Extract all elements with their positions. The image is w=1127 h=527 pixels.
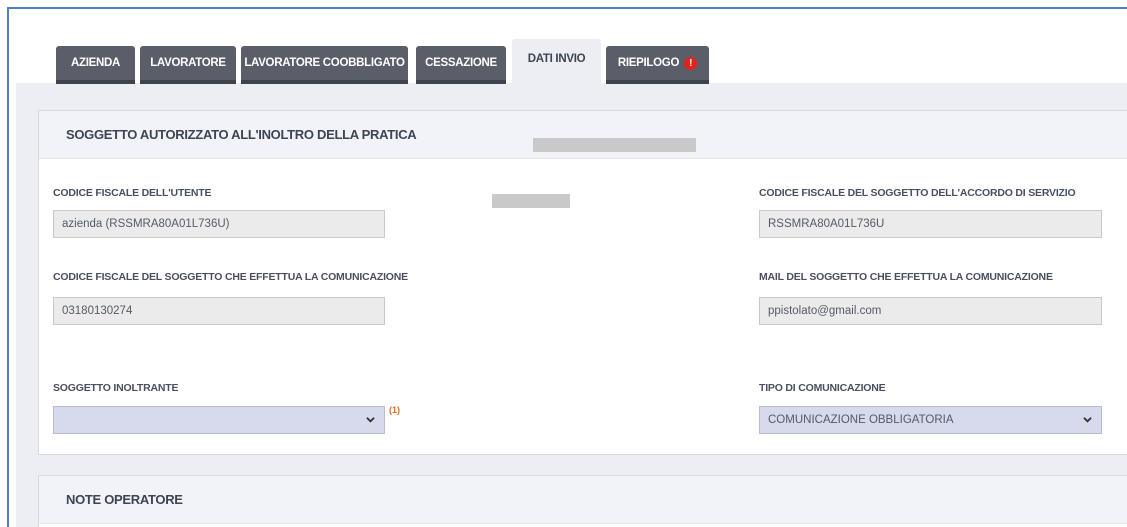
- mail-comunicazione-label: MAIL DEL SOGGETTO CHE EFFETTUA LA COMUNI…: [759, 271, 1053, 283]
- tab-riepilogo[interactable]: RIEPILOGO !: [606, 46, 709, 84]
- codice-fiscale-accordo-label: CODICE FISCALE DEL SOGGETTO DELL'ACCORDO…: [759, 187, 1076, 199]
- soggetto-inoltrante-select[interactable]: [53, 406, 385, 434]
- tab-lavoratore-coobbligato[interactable]: LAVORATORE COOBBLIGATO: [241, 46, 408, 84]
- tab-label: CESSAZIONE: [425, 57, 497, 69]
- soggetto-inoltrante-label: SOGGETTO INOLTRANTE: [53, 382, 179, 394]
- chevron-down-icon: [366, 417, 375, 423]
- tab-label: LAVORATORE: [150, 57, 226, 69]
- codice-fiscale-comunicazione-field[interactable]: 03180130274: [53, 297, 385, 325]
- tab-label: RIEPILOGO: [617, 57, 680, 69]
- tab-label: AZIENDA: [70, 57, 120, 69]
- mail-comunicazione-field[interactable]: ppistolato@gmail.com: [759, 297, 1102, 325]
- tab-label: DATI INVIO: [527, 53, 586, 65]
- tab-lavoratore[interactable]: LAVORATORE: [140, 46, 236, 84]
- tipo-comunicazione-label: TIPO DI COMUNICAZIONE: [759, 382, 886, 394]
- note-operatore-section: NOTE OPERATORE: [38, 475, 1127, 527]
- section-title: NOTE OPERATORE: [39, 476, 1127, 524]
- select-value: COMUNICAZIONE OBBLIGATORIA: [768, 414, 954, 426]
- tab-azienda[interactable]: AZIENDA: [56, 46, 135, 84]
- warning-icon: !: [684, 56, 698, 70]
- tipo-comunicazione-select[interactable]: COMUNICAZIONE OBBLIGATORIA: [759, 406, 1102, 434]
- redacted-block: [533, 138, 696, 152]
- tab-label: LAVORATORE COOBBLIGATO: [244, 57, 405, 69]
- codice-fiscale-comunicazione-label: CODICE FISCALE DEL SOGGETTO CHE EFFETTUA…: [53, 271, 408, 283]
- chevron-down-icon: [1083, 417, 1092, 423]
- footnote-marker: (1): [389, 405, 400, 415]
- codice-fiscale-utente-field[interactable]: azienda (RSSMRA80A01L736U): [53, 210, 385, 238]
- codice-fiscale-utente-label: CODICE FISCALE DELL'UTENTE: [53, 187, 212, 199]
- tab-cessazione[interactable]: CESSAZIONE: [416, 46, 506, 84]
- codice-fiscale-accordo-field[interactable]: RSSMRA80A01L736U: [759, 210, 1102, 238]
- tab-dati-invio[interactable]: DATI INVIO: [512, 39, 601, 83]
- redacted-block: [492, 194, 570, 208]
